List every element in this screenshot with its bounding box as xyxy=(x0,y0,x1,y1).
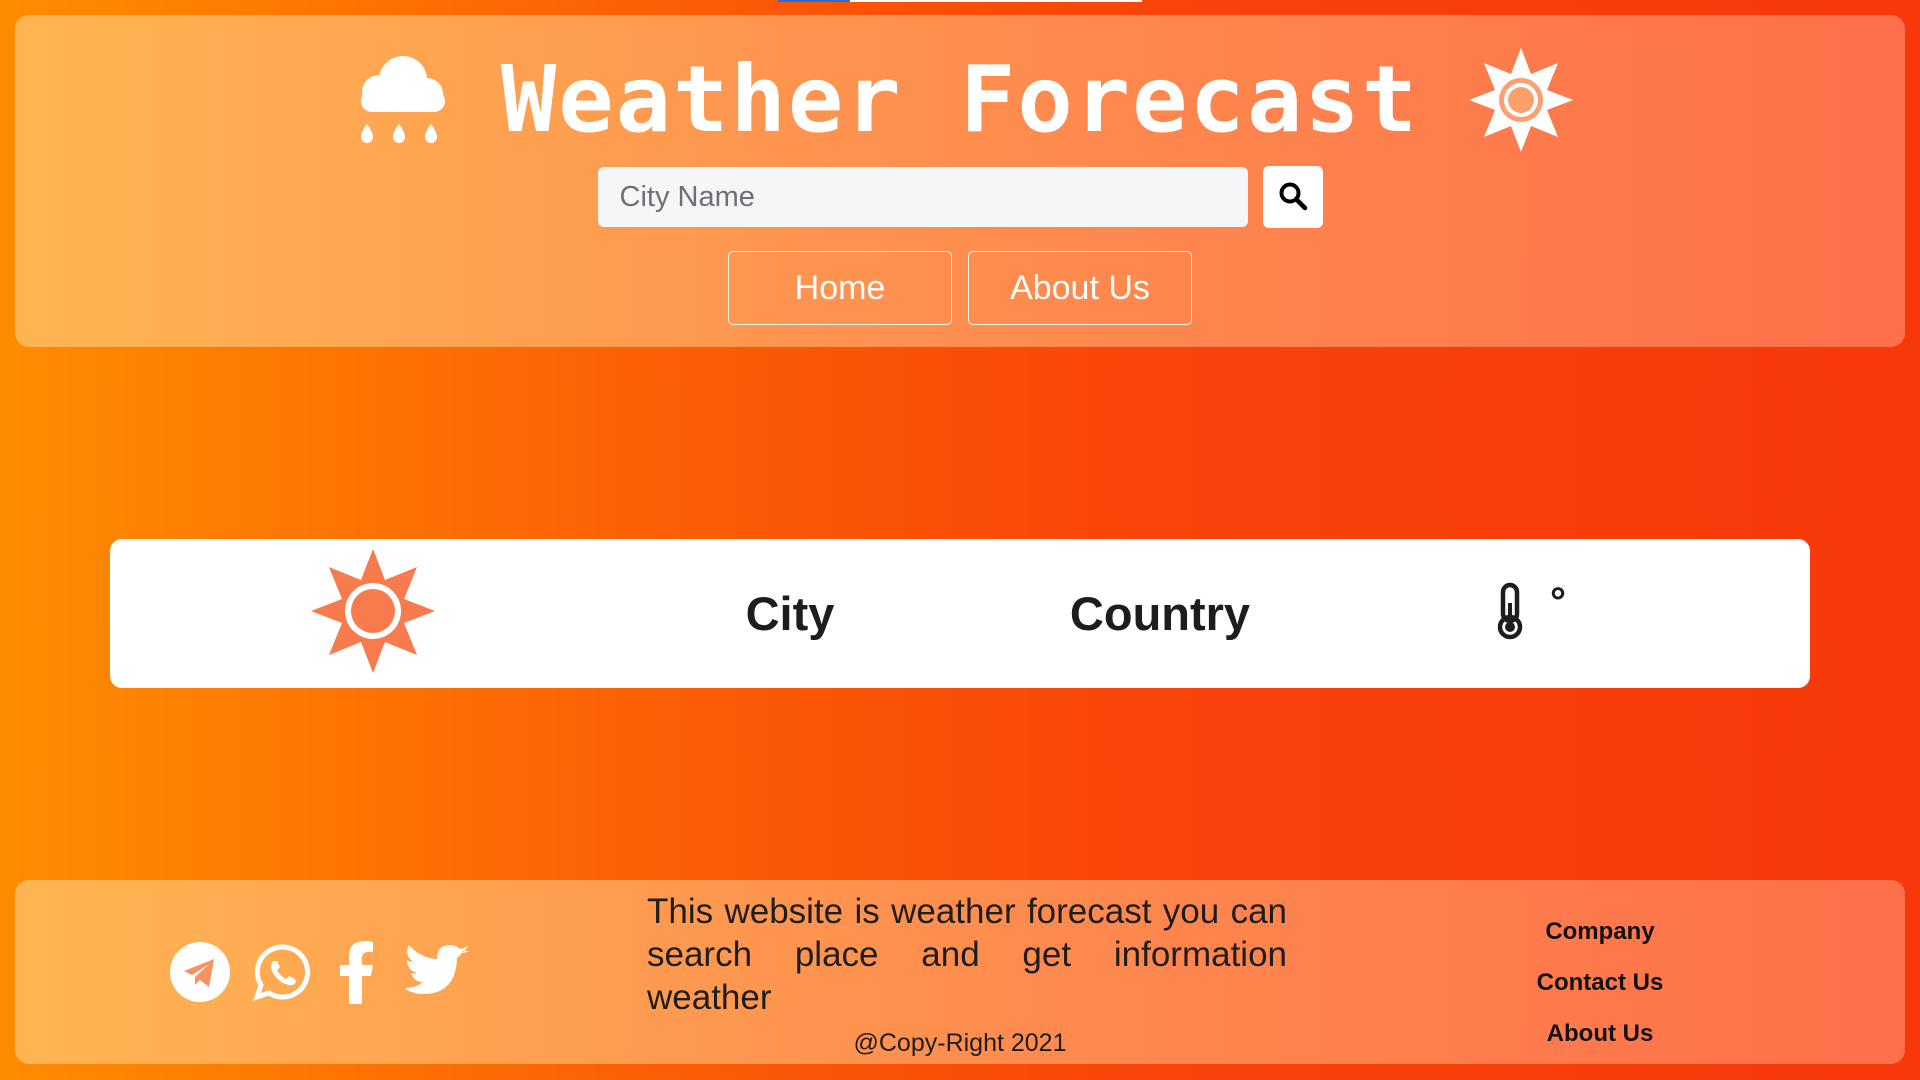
site-description: This website is weather forecast you can… xyxy=(647,892,1287,1017)
search-bar xyxy=(15,166,1905,228)
page-title: Weather Forecast xyxy=(500,46,1420,153)
social-links xyxy=(170,940,470,1004)
search-icon xyxy=(1278,181,1308,214)
search-button[interactable] xyxy=(1262,166,1323,228)
city-label: City xyxy=(745,587,835,640)
site-header: Weather Forecast Home About Us xyxy=(15,15,1905,347)
twitter-icon[interactable] xyxy=(406,945,470,999)
telegram-icon[interactable] xyxy=(170,942,230,1002)
title-row: Weather Forecast xyxy=(15,45,1905,155)
degree-symbol: ° xyxy=(1550,580,1566,624)
main-nav: Home About Us xyxy=(15,251,1905,325)
city-search-input[interactable] xyxy=(597,167,1248,227)
sun-icon xyxy=(1469,48,1574,152)
footer-links: Company Contact Us About Us xyxy=(1465,906,1735,1059)
nav-home-button[interactable]: Home xyxy=(728,251,952,325)
country-cell: Country xyxy=(1010,539,1310,688)
sun-icon xyxy=(310,549,435,678)
footer-link-company[interactable]: Company xyxy=(1545,906,1654,957)
thermometer-icon xyxy=(1494,581,1550,646)
site-footer: This website is weather forecast you can… xyxy=(15,880,1905,1064)
footer-link-contact[interactable]: Contact Us xyxy=(1537,957,1664,1008)
top-progress-strip xyxy=(778,0,1142,2)
whatsapp-icon[interactable] xyxy=(252,942,312,1002)
temperature-cell: ° xyxy=(1470,539,1590,688)
cloud-rain-icon xyxy=(347,48,451,152)
city-cell: City xyxy=(660,539,920,688)
weather-result-card: City Country ° xyxy=(110,539,1810,688)
nav-about-button[interactable]: About Us xyxy=(968,251,1192,325)
facebook-icon[interactable] xyxy=(334,940,384,1004)
country-label: Country xyxy=(1069,587,1251,640)
footer-link-about[interactable]: About Us xyxy=(1547,1008,1654,1059)
weather-icon-cell xyxy=(310,539,435,688)
